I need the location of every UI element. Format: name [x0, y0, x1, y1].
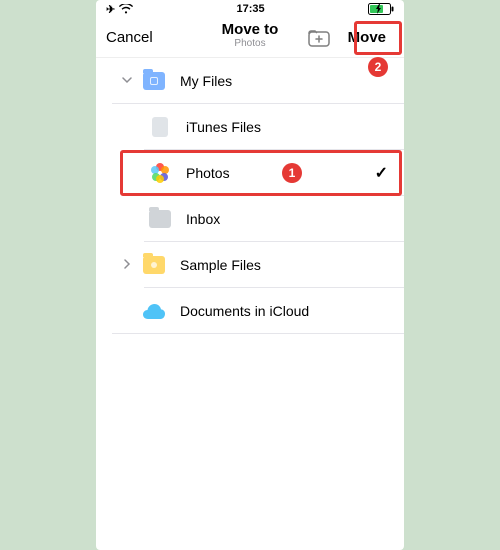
- folder-row-photos[interactable]: Photos ✓: [96, 150, 404, 196]
- folder-row-itunes[interactable]: iTunes Files: [96, 104, 404, 150]
- folder-label: My Files: [180, 73, 404, 89]
- nav-title: Move to: [222, 21, 279, 38]
- itunes-files-icon: [148, 115, 172, 139]
- status-time: 17:35: [237, 3, 265, 15]
- new-folder-icon[interactable]: [308, 29, 330, 47]
- folder-label: Sample Files: [180, 257, 404, 273]
- folder-icon: [142, 69, 166, 93]
- move-button[interactable]: Move: [340, 25, 394, 50]
- folder-row-my-files[interactable]: My Files: [96, 58, 404, 104]
- nav-subtitle: Photos: [222, 38, 279, 49]
- cancel-button[interactable]: Cancel: [106, 29, 153, 46]
- wifi-icon: [119, 4, 133, 14]
- folder-label: iTunes Files: [186, 119, 404, 135]
- airplane-mode-icon: ✈: [106, 3, 115, 16]
- icloud-icon: [142, 299, 166, 323]
- folder-icon: [142, 253, 166, 277]
- battery-icon: [368, 3, 394, 15]
- folder-list: My Files iTunes Files Photos ✓ Inbox Sam…: [96, 58, 404, 334]
- checkmark-icon: ✓: [375, 163, 388, 183]
- folder-row-sample[interactable]: Sample Files: [96, 242, 404, 288]
- folder-label: Photos: [186, 165, 375, 181]
- folder-row-inbox[interactable]: Inbox: [96, 196, 404, 242]
- chevron-right-icon[interactable]: [112, 258, 142, 272]
- folder-label: Inbox: [186, 211, 404, 227]
- folder-row-icloud[interactable]: Documents in iCloud: [96, 288, 404, 334]
- folder-icon: [148, 207, 172, 231]
- nav-bar: Cancel Move to Photos Move: [96, 18, 404, 58]
- photos-icon: [148, 161, 172, 185]
- phone-window: ✈ 17:35 Cancel Move to Photos: [96, 0, 404, 550]
- status-bar: ✈ 17:35: [96, 0, 404, 18]
- folder-label: Documents in iCloud: [180, 303, 404, 319]
- chevron-down-icon[interactable]: [112, 74, 142, 88]
